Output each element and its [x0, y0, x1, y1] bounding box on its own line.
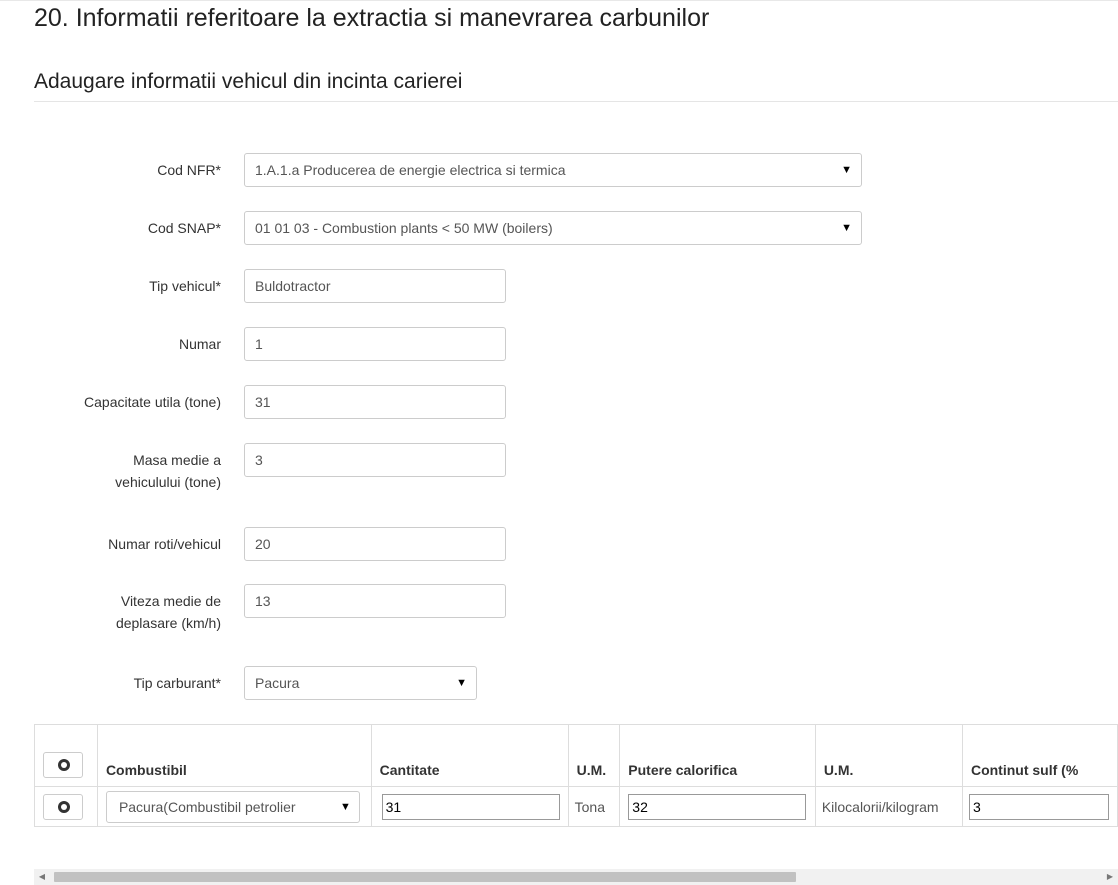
- snap-select-value: 01 01 03 - Combustion plants < 50 MW (bo…: [255, 220, 553, 236]
- viteza-input[interactable]: 13: [244, 584, 506, 618]
- scroll-left-icon[interactable]: ◀: [34, 869, 50, 885]
- top-border: [0, 0, 1118, 1]
- tip-vehicul-input[interactable]: Buldotractor: [244, 269, 506, 303]
- section-title: Adaugare informatii vehicul din incinta …: [34, 70, 463, 93]
- caret-down-icon: ▼: [456, 677, 467, 689]
- scroll-right-icon[interactable]: ▶: [1102, 869, 1118, 885]
- sulf-input[interactable]: 3: [968, 793, 1109, 820]
- nfr-label: Cod NFR*: [157, 162, 221, 178]
- combustibil-cell: Pacura(Combustibil petrolier ▼: [96, 786, 372, 827]
- add-row-cell: [34, 724, 98, 787]
- capacitate-label: Capacitate utila (tone): [84, 394, 221, 410]
- circle-icon: [58, 759, 70, 771]
- carburant-label: Tip carburant*: [133, 675, 221, 691]
- col-combustibil: Combustibil: [96, 724, 372, 787]
- um2-cell: Kilocalorii/kilogram: [814, 786, 963, 827]
- row-action-button[interactable]: [43, 793, 83, 820]
- nfr-select-value: 1.A.1.a Producerea de energie electrica …: [255, 162, 566, 178]
- snap-label: Cod SNAP*: [147, 220, 221, 236]
- cantitate-cell: 31: [370, 786, 569, 827]
- col-um2: U.M.: [814, 724, 963, 787]
- roti-label: Numar roti/vehicul: [108, 536, 221, 552]
- col-cantitate: Cantitate: [370, 724, 569, 787]
- combustibil-table: Combustibil Cantitate U.M. Putere calori…: [34, 724, 1118, 827]
- row-action-cell: [34, 786, 98, 827]
- um1-cell: Tona: [567, 786, 621, 827]
- masa-input[interactable]: 3: [244, 443, 506, 477]
- numar-input[interactable]: 1: [244, 327, 506, 361]
- add-row-button[interactable]: [43, 752, 83, 778]
- capacitate-input[interactable]: 31: [244, 385, 506, 419]
- scrollbar-thumb[interactable]: [54, 872, 796, 882]
- table-row: Pacura(Combustibil petrolier ▼ 31 Tona 3…: [34, 786, 1118, 827]
- sulf-cell: 3: [961, 786, 1118, 827]
- horizontal-scrollbar[interactable]: ◀ ▶: [34, 869, 1118, 885]
- section-divider: [34, 101, 1118, 102]
- page-title: 20. Informatii referitoare la extractia …: [34, 4, 710, 32]
- combustibil-select[interactable]: Pacura(Combustibil petrolier ▼: [105, 790, 360, 823]
- circle-icon: [58, 800, 70, 813]
- carburant-select-value: Pacura: [255, 675, 300, 691]
- cantitate-input[interactable]: 31: [381, 793, 560, 820]
- caret-down-icon: ▼: [841, 222, 852, 234]
- combustibil-select-value: Pacura(Combustibil petrolier: [118, 798, 296, 815]
- carburant-select[interactable]: Pacura ▼: [244, 666, 477, 700]
- col-sulf: Continut sulf (%: [961, 724, 1118, 787]
- table-header-row: Combustibil Cantitate U.M. Putere calori…: [34, 724, 1118, 787]
- viteza-label: Viteza medie de deplasare (km/h): [115, 593, 221, 631]
- col-um1: U.M.: [567, 724, 621, 787]
- putere-cell: 32: [619, 786, 816, 827]
- numar-label: Numar: [178, 336, 221, 352]
- putere-input[interactable]: 32: [628, 793, 807, 820]
- caret-down-icon: ▼: [841, 164, 852, 176]
- snap-select[interactable]: 01 01 03 - Combustion plants < 50 MW (bo…: [244, 211, 862, 245]
- caret-down-icon: ▼: [340, 800, 351, 813]
- tip-vehicul-label: Tip vehicul*: [149, 278, 221, 294]
- roti-input[interactable]: 20: [244, 527, 506, 561]
- nfr-select[interactable]: 1.A.1.a Producerea de energie electrica …: [244, 153, 862, 187]
- col-putere: Putere calorifica: [619, 724, 816, 787]
- masa-label: Masa medie a vehiculului (tone): [115, 452, 221, 490]
